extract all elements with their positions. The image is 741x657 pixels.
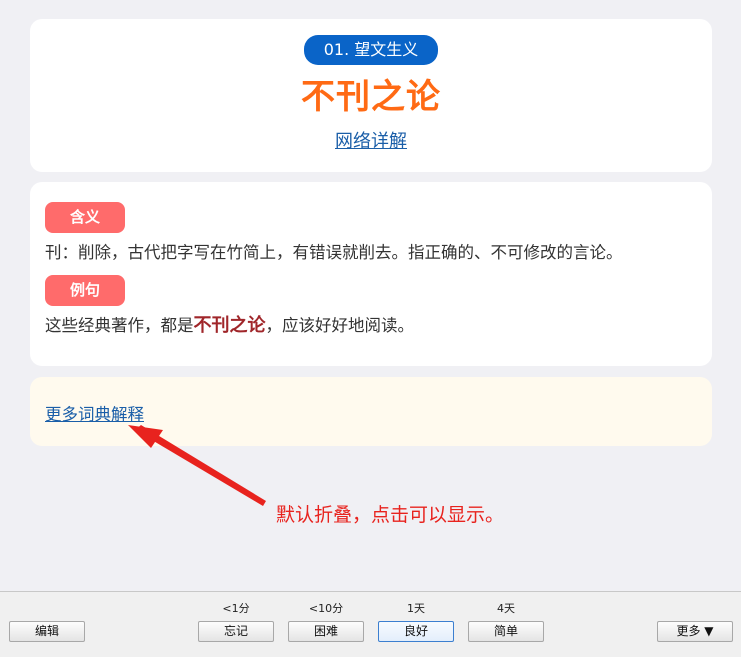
hard-button[interactable]: 困难 [288,621,364,642]
annotation-arrow [128,425,266,506]
annotation-text: 默认折叠，点击可以显示。 [276,504,505,526]
hard-interval: <10分 [308,602,344,615]
again-button[interactable]: 忘记 [198,621,274,642]
good-interval: 1天 [407,602,425,615]
arrow-head [128,425,163,448]
easy-button[interactable]: 简单 [468,621,544,642]
review-toolbar: 编辑 <1分 忘记 <10分 困难 1天 良好 4天 简单 更多 ▼ [0,591,741,657]
easy-interval: 4天 [497,602,515,615]
more-menu-button[interactable]: 更多 ▼ [657,621,733,642]
edit-button[interactable]: 编辑 [9,621,85,642]
good-button[interactable]: 良好 [378,621,454,642]
again-interval: <1分 [222,602,250,615]
